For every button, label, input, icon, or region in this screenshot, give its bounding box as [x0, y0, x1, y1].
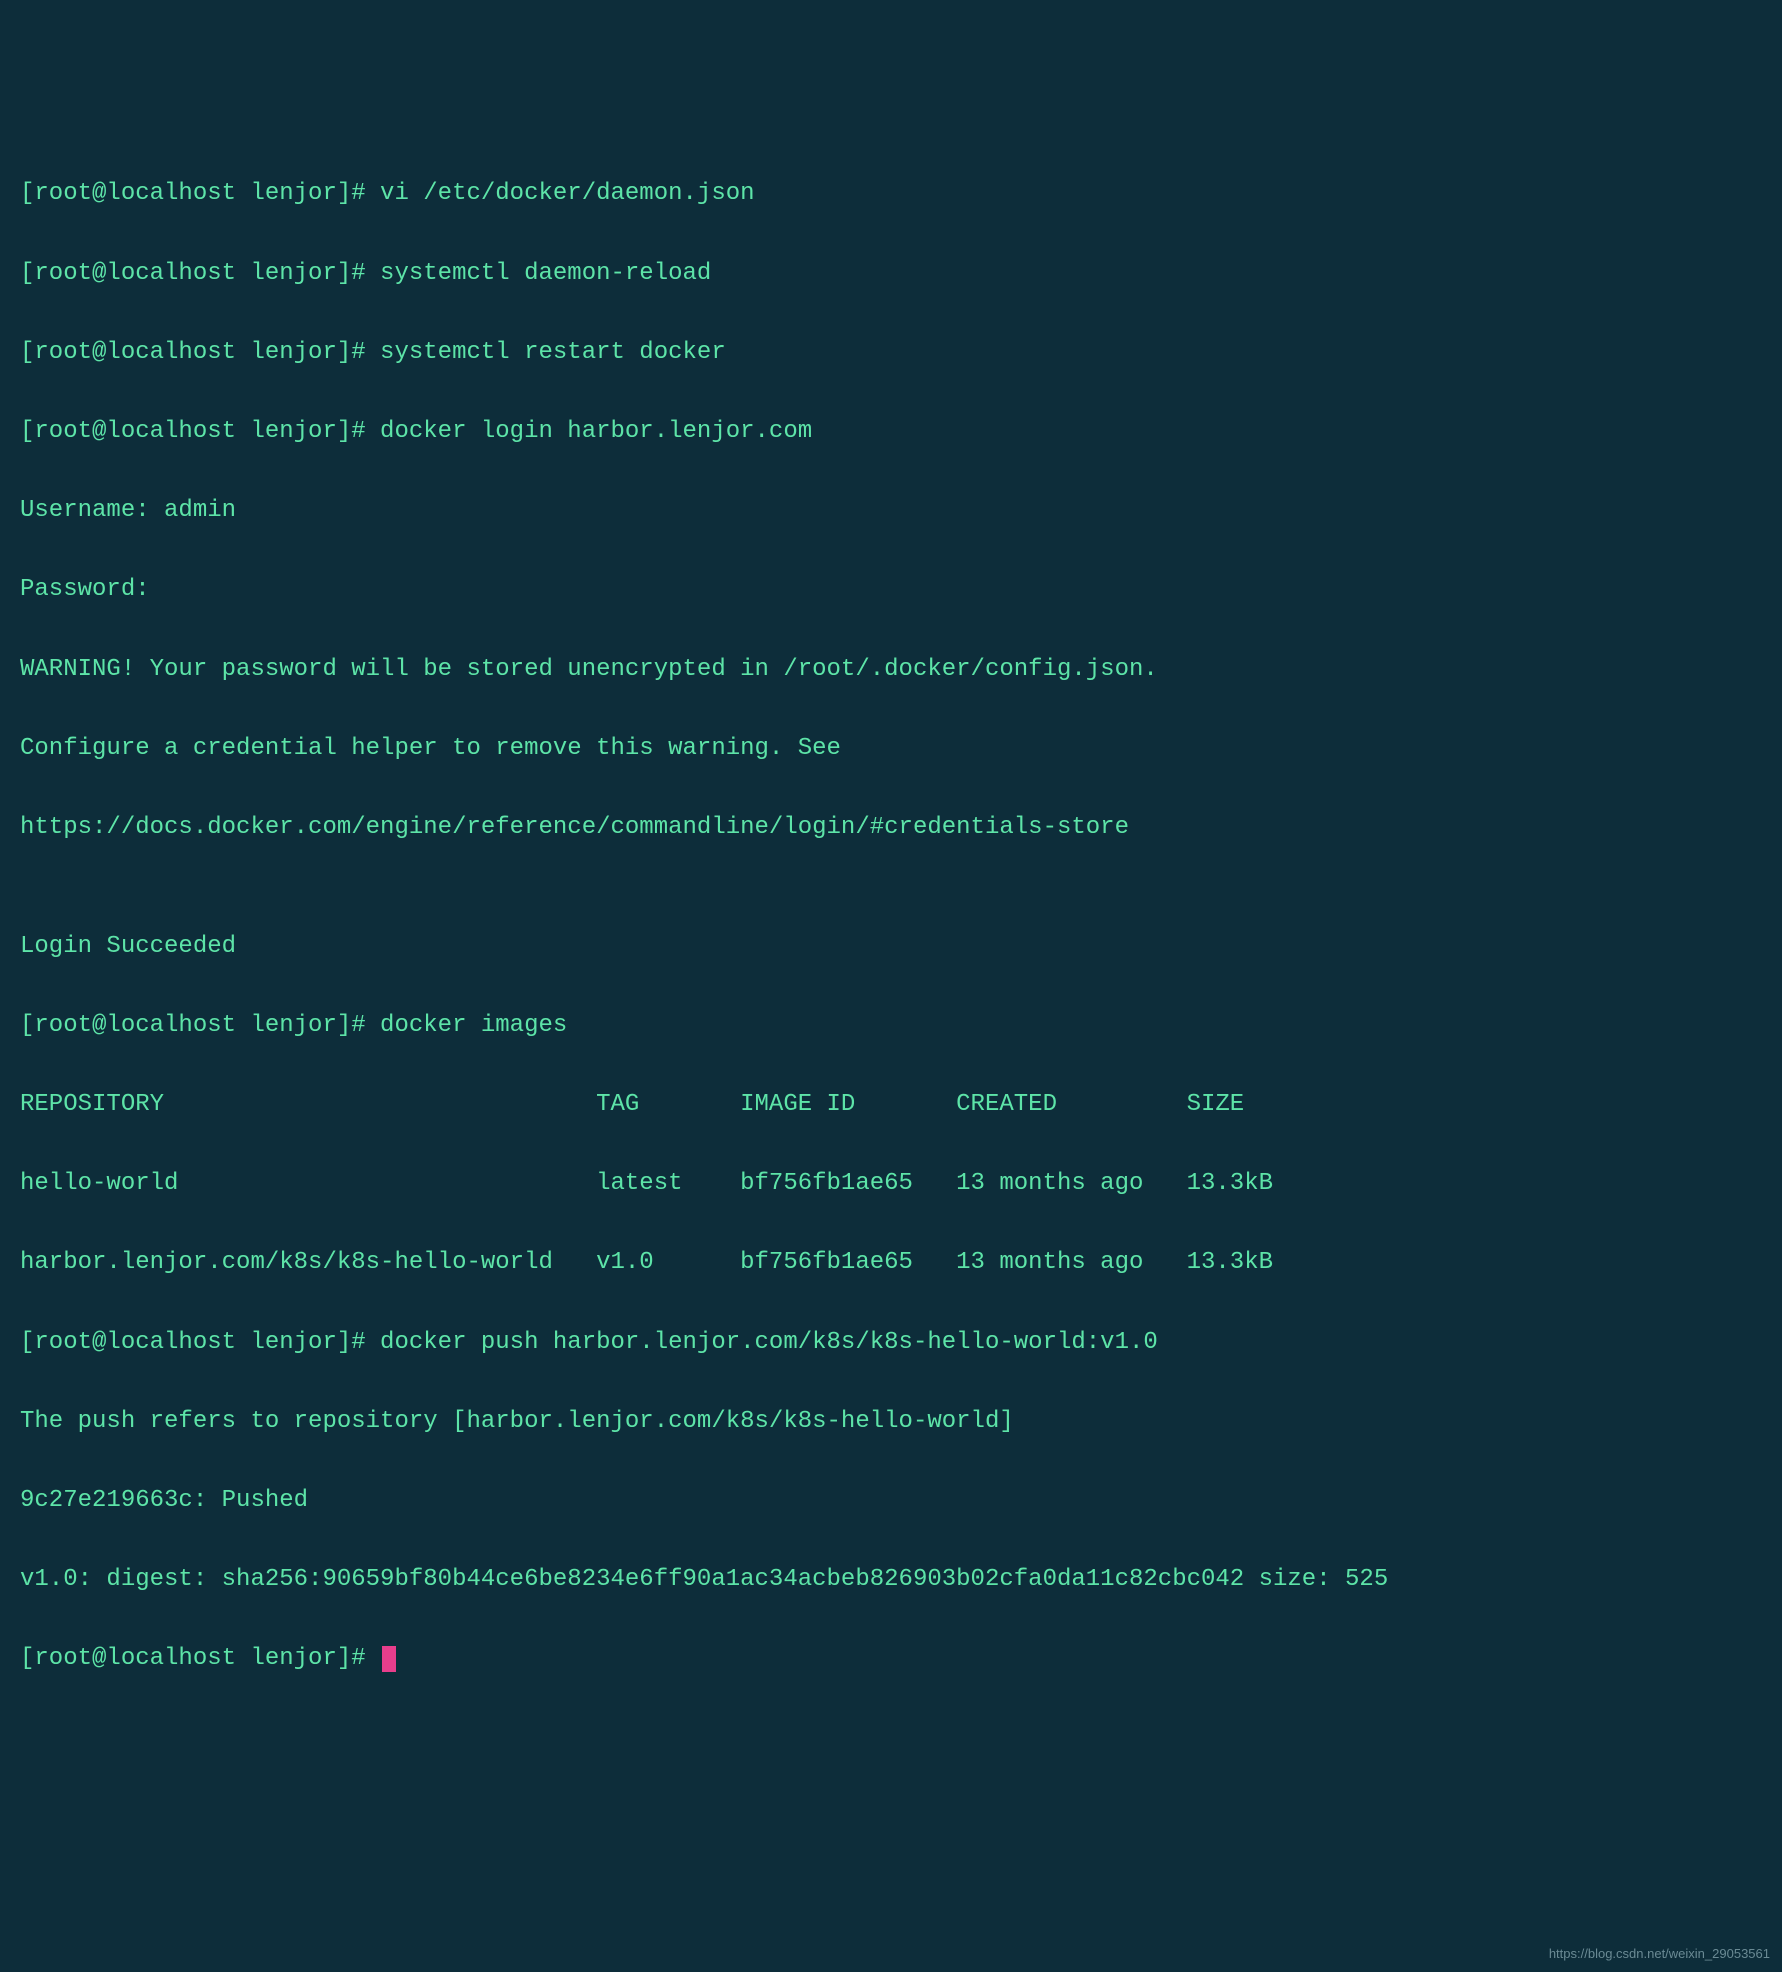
terminal-line-table-row: hello-world latest bf756fb1ae65 13 month…	[20, 1164, 1762, 1204]
terminal-line-command: [root@localhost lenjor]# docker login ha…	[20, 412, 1762, 452]
terminal-line-command: [root@localhost lenjor]# docker images	[20, 1006, 1762, 1046]
terminal-line-output: 9c27e219663c: Pushed	[20, 1481, 1762, 1521]
terminal-line-output: Password:	[20, 570, 1762, 610]
terminal-line-output: WARNING! Your password will be stored un…	[20, 650, 1762, 690]
terminal-line-output: Login Succeeded	[20, 927, 1762, 967]
terminal-line-output: v1.0: digest: sha256:90659bf80b44ce6be82…	[20, 1560, 1762, 1600]
terminal-line-table-header: REPOSITORY TAG IMAGE ID CREATED SIZE	[20, 1085, 1762, 1125]
terminal-line-command: [root@localhost lenjor]# systemctl daemo…	[20, 254, 1762, 294]
prompt-text: [root@localhost lenjor]#	[20, 1645, 380, 1672]
terminal-line-output: The push refers to repository [harbor.le…	[20, 1402, 1762, 1442]
cursor-icon	[382, 1646, 396, 1672]
terminal-line-prompt[interactable]: [root@localhost lenjor]#	[20, 1639, 1762, 1679]
terminal-line-output: Username: admin	[20, 491, 1762, 531]
terminal-line-output: https://docs.docker.com/engine/reference…	[20, 808, 1762, 848]
terminal-line-command: [root@localhost lenjor]# docker push har…	[20, 1323, 1762, 1363]
terminal-line-table-row: harbor.lenjor.com/k8s/k8s-hello-world v1…	[20, 1243, 1762, 1283]
terminal-line-command: [root@localhost lenjor]# vi /etc/docker/…	[20, 174, 1762, 214]
terminal-line-output: Configure a credential helper to remove …	[20, 729, 1762, 769]
terminal-line-command: [root@localhost lenjor]# systemctl resta…	[20, 333, 1762, 373]
watermark-text: https://blog.csdn.net/weixin_29053561	[1549, 1943, 1770, 1964]
